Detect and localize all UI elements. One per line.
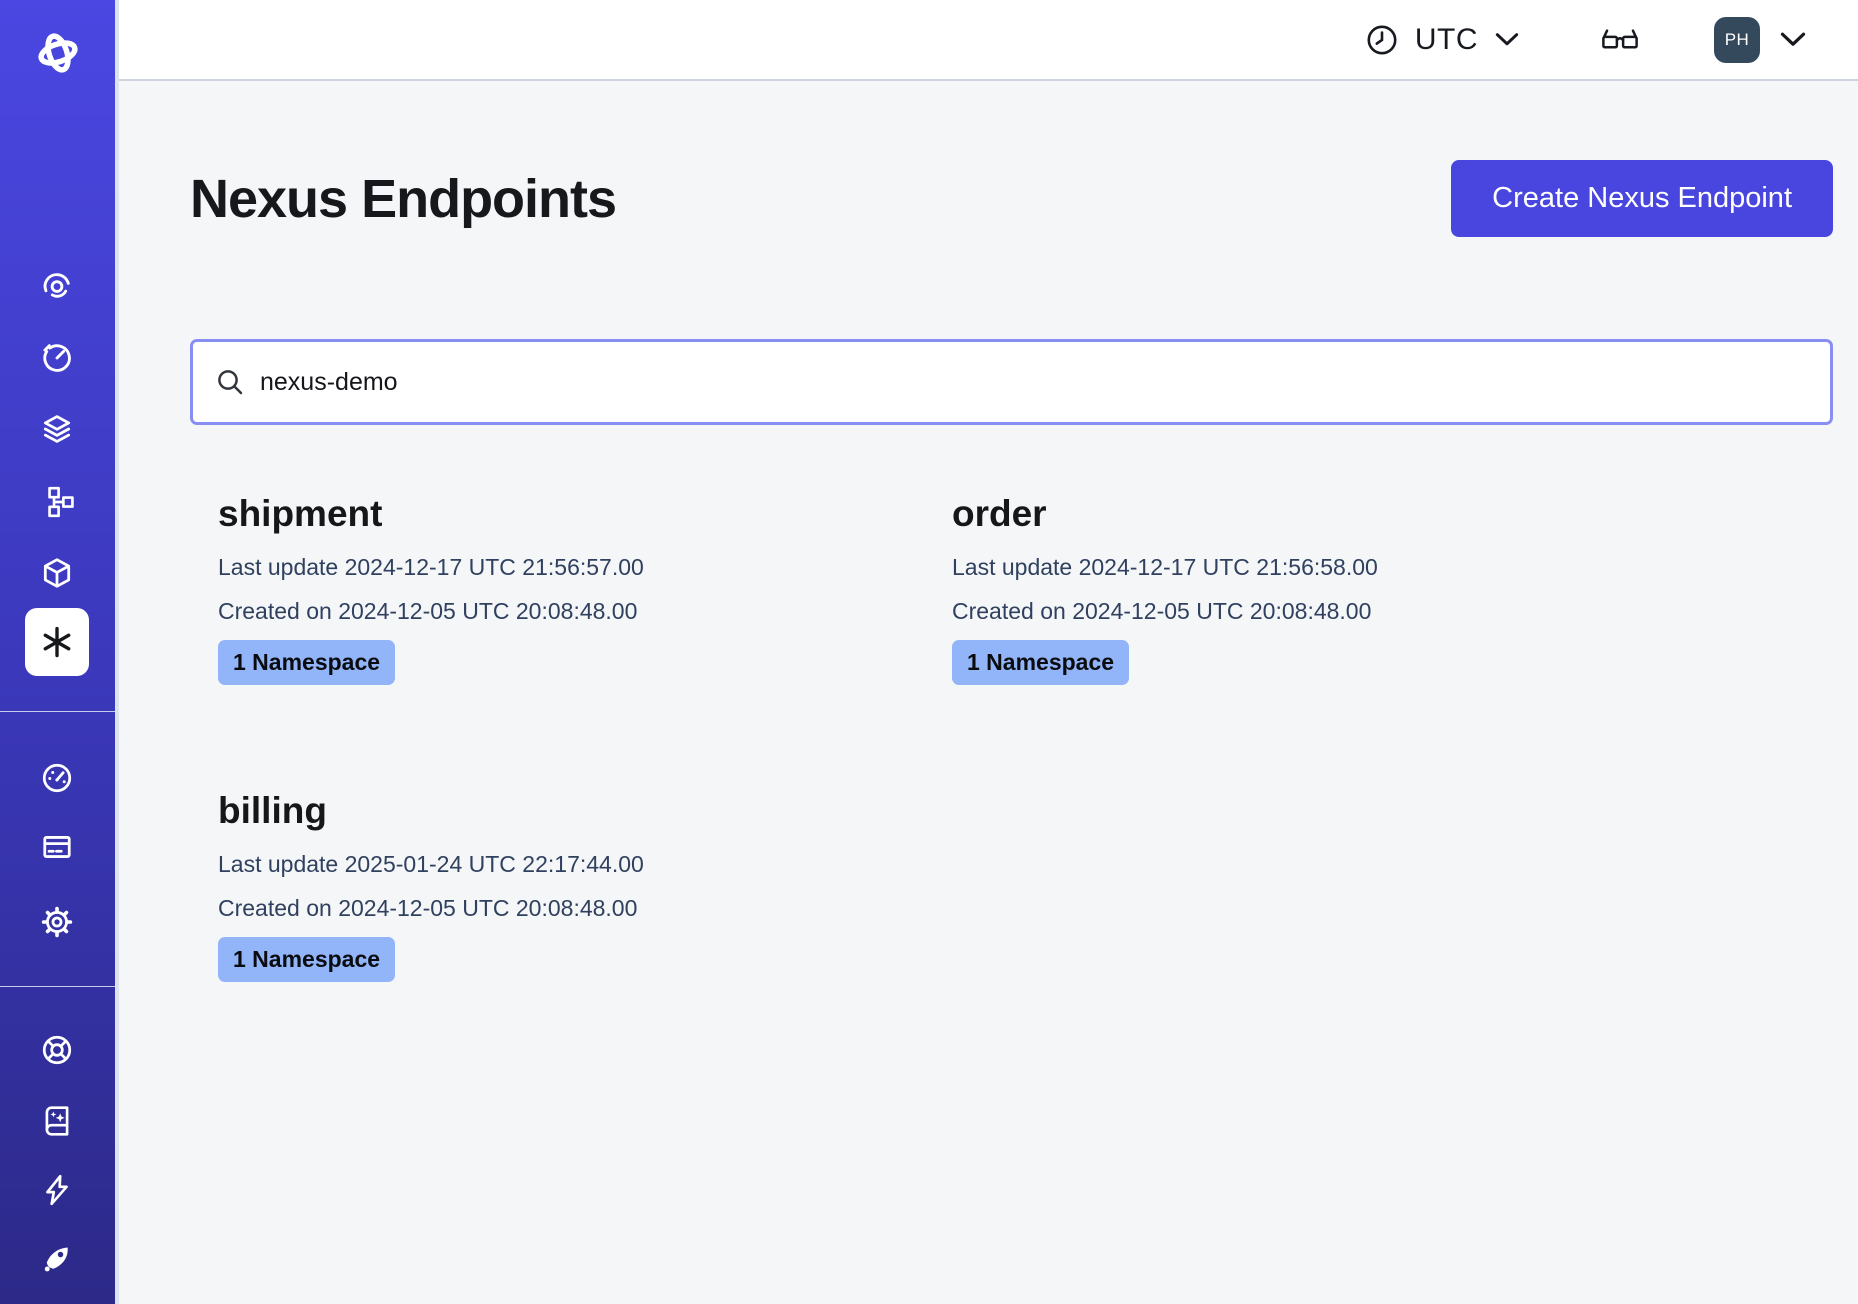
lightning-icon [40, 1173, 74, 1207]
main-area: Nexus Endpoints Create Nexus Endpoint sh… [119, 81, 1858, 1304]
endpoint-last-update: Last update 2025-01-24 UTC 22:17:44.00 [218, 842, 952, 886]
spiral-eye-icon [40, 269, 74, 303]
credit-card-icon [40, 830, 74, 864]
endpoint-card[interactable]: order Last update 2024-12-17 UTC 21:56:5… [952, 491, 1686, 685]
topbar: UTC PH [119, 0, 1858, 81]
temporal-logo[interactable] [32, 27, 84, 79]
sidebar-item-nexus[interactable] [25, 608, 89, 676]
sidebar-item-docs[interactable] [29, 1093, 85, 1149]
namespace-count-badge: 1 Namespace [952, 640, 1129, 685]
page-title: Nexus Endpoints [190, 168, 616, 230]
sidebar [0, 0, 119, 1304]
sidebar-item-batch-operations[interactable] [29, 401, 85, 457]
temporal-logo-icon [32, 27, 84, 79]
sidebar-item-usage[interactable] [29, 750, 85, 806]
endpoint-card[interactable]: billing Last update 2025-01-24 UTC 22:17… [218, 788, 952, 982]
right-column: UTC PH [119, 0, 1858, 1304]
chevron-down-icon [1494, 32, 1520, 47]
endpoint-card[interactable]: shipment Last update 2024-12-17 UTC 21:5… [218, 491, 952, 685]
labs-toggle[interactable] [1600, 26, 1640, 53]
sidebar-item-settings[interactable] [29, 894, 85, 950]
endpoint-name: shipment [218, 491, 952, 537]
clock-icon [1365, 23, 1399, 57]
sidebar-item-support[interactable] [29, 1022, 85, 1078]
cube-icon [40, 556, 74, 590]
sidebar-item-billing[interactable] [29, 819, 85, 875]
namespace-count-badge: 1 Namespace [218, 937, 395, 982]
endpoint-name: billing [218, 788, 952, 834]
timer-icon [40, 341, 74, 375]
endpoint-last-update: Last update 2024-12-17 UTC 21:56:58.00 [952, 545, 1686, 589]
sidebar-item-getting-started[interactable] [29, 1231, 85, 1287]
rocket-icon [40, 1242, 74, 1276]
create-nexus-endpoint-button[interactable]: Create Nexus Endpoint [1451, 160, 1833, 237]
lifebuoy-icon [40, 1033, 74, 1067]
sidebar-item-schedules[interactable] [29, 330, 85, 386]
chevron-down-icon [1779, 31, 1807, 48]
endpoint-created: Created on 2024-12-05 UTC 20:08:48.00 [952, 589, 1686, 633]
book-sparkles-icon [40, 1104, 74, 1138]
search-icon [215, 367, 245, 397]
namespace-count-badge: 1 Namespace [218, 640, 395, 685]
layers-icon [40, 412, 74, 446]
page-header: Nexus Endpoints Create Nexus Endpoint [190, 160, 1833, 237]
timezone-label: UTC [1415, 23, 1478, 57]
search-input[interactable] [260, 368, 1808, 397]
node-tree-icon [40, 485, 74, 519]
glasses-icon [1600, 26, 1640, 53]
avatar: PH [1714, 17, 1760, 63]
sidebar-divider [0, 711, 115, 712]
endpoint-last-update: Last update 2024-12-17 UTC 21:56:57.00 [218, 545, 952, 589]
endpoint-name: order [952, 491, 1686, 537]
sidebar-item-feedback[interactable] [29, 1162, 85, 1218]
endpoint-created: Created on 2024-12-05 UTC 20:08:48.00 [218, 589, 952, 633]
endpoint-list: shipment Last update 2024-12-17 UTC 21:5… [190, 491, 1833, 982]
sidebar-item-namespaces[interactable] [29, 545, 85, 601]
sidebar-item-deployments[interactable] [29, 474, 85, 530]
sidebar-divider [0, 986, 115, 987]
asterisk-icon [39, 624, 75, 660]
account-menu[interactable]: PH [1714, 17, 1807, 63]
gauge-icon [40, 761, 74, 795]
sidebar-item-workflows[interactable] [29, 258, 85, 314]
search-input-wrapper [190, 339, 1833, 425]
endpoint-created: Created on 2024-12-05 UTC 20:08:48.00 [218, 886, 952, 930]
timezone-selector[interactable]: UTC [1365, 23, 1520, 57]
gear-icon [40, 905, 74, 939]
